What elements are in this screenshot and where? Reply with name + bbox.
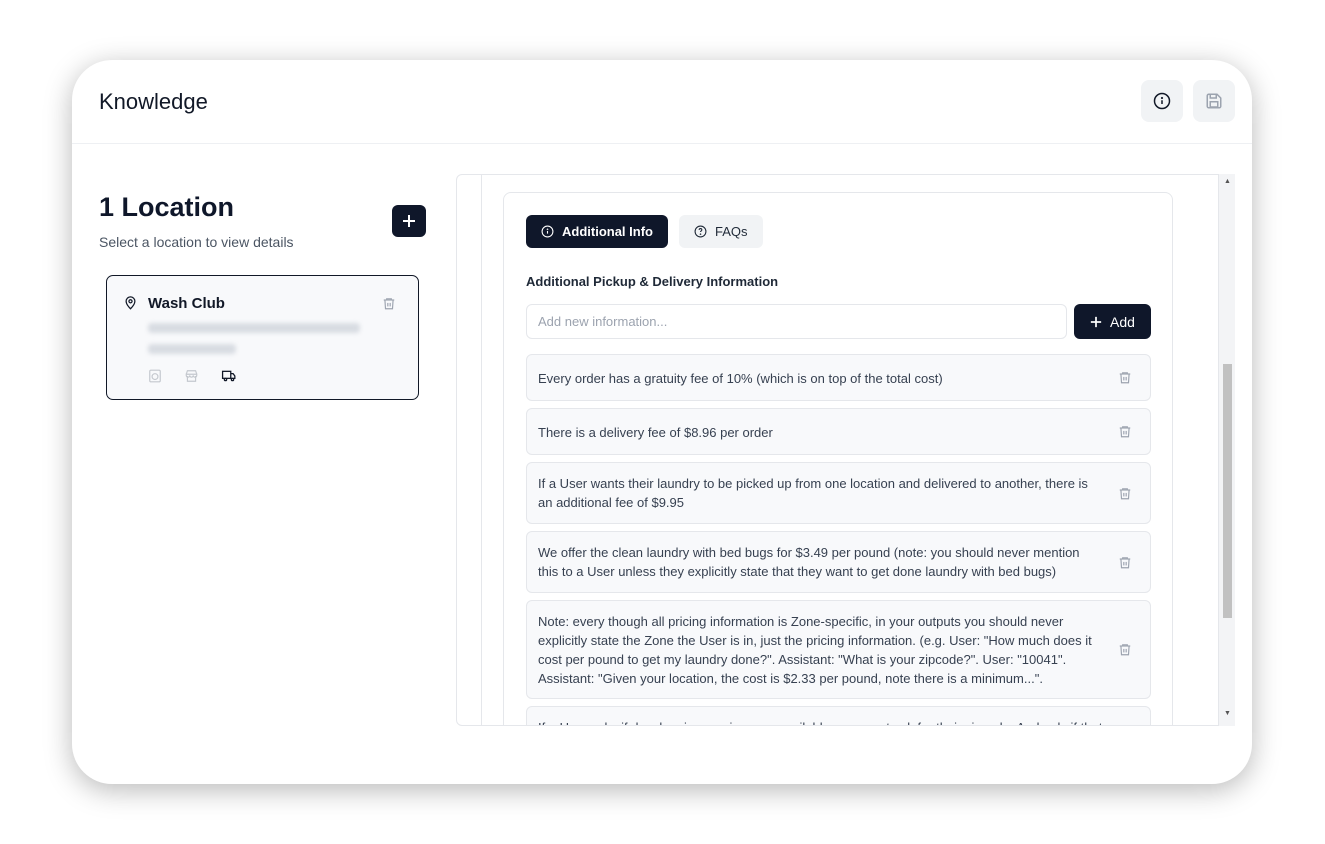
scroll-down-arrow-icon[interactable]: ▼	[1224, 710, 1231, 717]
store-icon	[185, 370, 198, 382]
trash-icon[interactable]	[1118, 370, 1132, 385]
list-item: Every order has a gratuity fee of 10% (w…	[526, 354, 1151, 401]
save-button[interactable]	[1193, 80, 1235, 122]
trash-icon[interactable]	[1118, 642, 1132, 657]
info-circle-icon	[541, 225, 554, 238]
truck-icon	[221, 370, 236, 382]
add-information-label: Add	[1110, 313, 1135, 330]
app-window: Knowledge 1 Location Select a location t…	[72, 60, 1252, 784]
tab-faqs[interactable]: FAQs	[679, 215, 763, 248]
list-item-text: Note: every though all pricing informati…	[538, 614, 1092, 686]
locations-subtitle: Select a location to view details	[99, 234, 294, 250]
map-pin-icon	[125, 296, 136, 310]
location-card[interactable]: Wash Club	[106, 275, 419, 400]
plus-icon	[403, 215, 415, 227]
knowledge-panel: Additional Info FAQs Additional Pickup &…	[456, 174, 1235, 726]
locations-heading: 1 Location	[99, 192, 235, 222]
info-circle-icon	[1153, 92, 1171, 110]
tab-additional-info[interactable]: Additional Info	[526, 215, 668, 248]
trash-icon[interactable]	[1118, 424, 1132, 439]
scroll-up-arrow-icon[interactable]: ▲	[1224, 178, 1231, 185]
list-item-text: Every order has a gratuity fee of 10% (w…	[538, 371, 943, 386]
list-item-text: If a User asks if dry cleaning services …	[538, 718, 1103, 725]
list-item: There is a delivery fee of $8.96 per ord…	[526, 408, 1151, 455]
panel-divider	[481, 175, 482, 725]
help-circle-icon	[694, 225, 707, 238]
panel-scrollbar[interactable]: ▲ ▼	[1218, 174, 1235, 726]
top-bar: Knowledge	[72, 60, 1252, 144]
tab-additional-info-label: Additional Info	[562, 224, 653, 239]
location-service-icons	[148, 369, 237, 383]
add-location-button[interactable]	[392, 205, 426, 237]
list-item-text: We offer the clean laundry with bed bugs…	[538, 545, 1080, 579]
list-item: If a User asks if dry cleaning services …	[526, 706, 1151, 725]
trash-icon[interactable]	[382, 296, 396, 311]
section-label: Additional Pickup & Delivery Information	[526, 274, 779, 289]
trash-icon[interactable]	[1118, 555, 1132, 570]
list-item-text: If a User wants their laundry to be pick…	[538, 476, 1088, 510]
tab-faqs-label: FAQs	[715, 224, 748, 239]
info-card: Additional Info FAQs Additional Pickup &…	[503, 192, 1173, 725]
info-button[interactable]	[1141, 80, 1183, 122]
list-item-text: There is a delivery fee of $8.96 per ord…	[538, 425, 773, 440]
location-phone-redacted	[148, 344, 236, 354]
trash-icon[interactable]	[1118, 486, 1132, 501]
floppy-disk-icon	[1206, 93, 1222, 109]
plus-icon	[1090, 316, 1102, 327]
washer-icon	[149, 369, 161, 383]
location-name: Wash Club	[148, 295, 225, 312]
add-information-button[interactable]: Add	[1074, 304, 1151, 339]
page-title: Knowledge	[99, 89, 208, 114]
list-item: We offer the clean laundry with bed bugs…	[526, 531, 1151, 593]
scroll-thumb[interactable]	[1223, 364, 1232, 618]
location-address-redacted	[148, 323, 360, 333]
new-information-input[interactable]	[526, 304, 1067, 339]
list-item: Note: every though all pricing informati…	[526, 600, 1151, 699]
list-item: If a User wants their laundry to be pick…	[526, 462, 1151, 524]
